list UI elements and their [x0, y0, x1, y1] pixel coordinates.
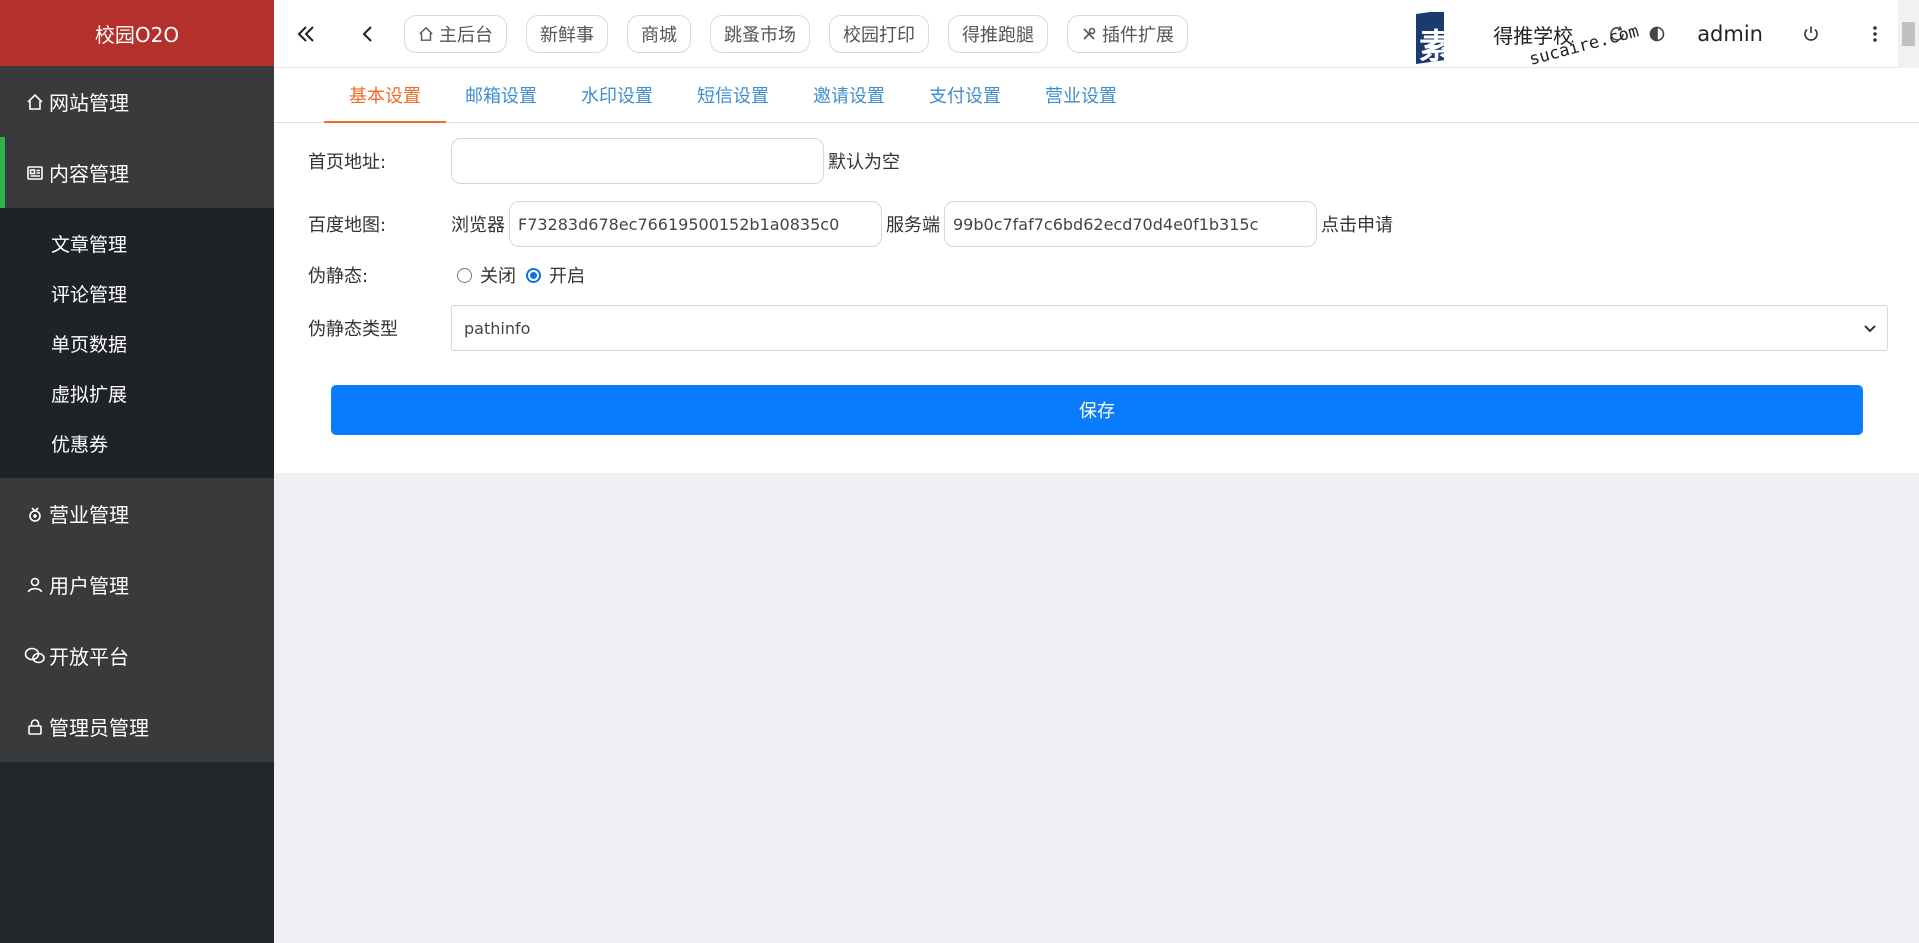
submenu-single-page[interactable]: 单页数据 [0, 318, 274, 368]
menu-users[interactable]: 用户管理 [0, 549, 274, 620]
static-on-radio[interactable] [526, 267, 541, 283]
menu-label: 管理员管理 [49, 716, 149, 740]
static-type-select[interactable]: pathinfo [451, 305, 1888, 351]
baidu-map-row: 百度地图: 浏览器 F73283d678ec76619500152b1a0835… [308, 201, 1397, 247]
homepage-input[interactable] [451, 138, 824, 184]
menu-label: 开放平台 [49, 645, 129, 669]
collapse-sidebar-icon[interactable] [286, 14, 326, 54]
theme-icon[interactable] [1637, 14, 1677, 54]
server-key-input[interactable]: 99b0c7faf7c6bd62ecd70d4e0f1b315c [944, 201, 1317, 247]
homepage-hint: 默认为空 [828, 152, 900, 173]
homepage-label: 首页地址: [308, 152, 387, 173]
static-type-label: 伪静态类型 [308, 319, 398, 340]
menu-open-platform[interactable]: 开放平台 [0, 620, 274, 691]
submenu-article[interactable]: 文章管理 [0, 218, 274, 268]
tools-icon [1081, 26, 1097, 42]
pill-label: 插件扩展 [1102, 24, 1174, 46]
back-icon[interactable] [348, 14, 388, 54]
more-icon[interactable] [1855, 14, 1895, 54]
static-on-label: 开启 [549, 266, 585, 287]
static-off-label: 关闭 [480, 266, 516, 287]
menu-label: 用户管理 [49, 574, 129, 598]
tab-payment[interactable]: 支付设置 [904, 68, 1026, 122]
pill-mall[interactable]: 商城 [627, 14, 691, 53]
menu-label: 营业管理 [49, 503, 129, 527]
submenu-comment[interactable]: 评论管理 [0, 268, 274, 318]
pill-plugins[interactable]: 插件扩展 [1067, 14, 1188, 53]
tab-basic[interactable]: 基本设置 [324, 68, 446, 123]
static-off-radio[interactable] [457, 267, 472, 283]
content-submenu: 文章管理 评论管理 单页数据 虚拟扩展 优惠券 [0, 208, 274, 478]
tab-invite[interactable]: 邀请设置 [788, 68, 910, 122]
refresh-icon[interactable] [1597, 14, 1637, 54]
server-label: 服务端 [886, 215, 940, 236]
pill-main-dashboard[interactable]: 主后台 [404, 14, 507, 53]
tab-business[interactable]: 营业设置 [1020, 68, 1142, 122]
lock-icon [24, 716, 46, 738]
school-name[interactable]: 得推学校 [1493, 20, 1573, 49]
menu-label: 网站管理 [49, 91, 129, 115]
browser-label: 浏览器 [451, 215, 505, 236]
menu-label: 内容管理 [49, 162, 129, 186]
static-type-value: pathinfo [464, 318, 531, 338]
static-type-row: 伪静态类型 pathinfo [308, 305, 1888, 351]
static-label: 伪静态: [308, 266, 369, 287]
settings-tabs: 基本设置 邮箱设置 水印设置 短信设置 邀请设置 支付设置 营业设置 [274, 68, 1919, 123]
pill-news[interactable]: 新鲜事 [526, 14, 608, 53]
menu-website[interactable]: 网站管理 [0, 66, 274, 137]
tab-email[interactable]: 邮箱设置 [440, 68, 562, 122]
pill-campus-print[interactable]: 校园打印 [829, 14, 929, 53]
scrollbar[interactable] [1898, 0, 1919, 68]
menu-business[interactable]: 营业管理 [0, 478, 274, 549]
tab-watermark[interactable]: 水印设置 [556, 68, 678, 122]
topbar: 主后台 新鲜事 商城 跳蚤市场 校园打印 得推跑腿 插件扩展 得推学校 admi… [274, 0, 1919, 68]
user-icon [24, 574, 46, 596]
brand-logo[interactable]: 校园O2O [0, 0, 274, 66]
wechat-icon [24, 645, 46, 667]
scrollbar-thumb[interactable] [1902, 22, 1915, 46]
menu-admins[interactable]: 管理员管理 [0, 691, 274, 762]
tab-sms[interactable]: 短信设置 [672, 68, 794, 122]
submenu-coupon[interactable]: 优惠券 [0, 418, 274, 468]
topbar-right: 得推学校 admin [1493, 0, 1919, 68]
sidebar: 校园O2O 网站管理 内容管理 文章管理 评论管理 单页数据 虚拟扩展 优惠券 … [0, 0, 274, 943]
save-button[interactable]: 保存 [331, 385, 1863, 435]
homepage-row: 首页地址: 默认为空 [308, 138, 904, 184]
map-label: 百度地图: [308, 215, 387, 236]
home-icon [418, 26, 434, 42]
chevron-down-icon [1863, 319, 1877, 338]
submenu-virtual[interactable]: 虚拟扩展 [0, 368, 274, 418]
static-row: 伪静态: 关闭 开启 [308, 262, 589, 288]
content-icon [24, 162, 46, 184]
bag-icon [24, 503, 46, 525]
pill-label: 主后台 [439, 24, 493, 46]
pill-flea-market[interactable]: 跳蚤市场 [710, 14, 810, 53]
power-icon[interactable] [1791, 14, 1831, 54]
menu-content[interactable]: 内容管理 [0, 137, 274, 208]
pill-errand[interactable]: 得推跑腿 [948, 14, 1048, 53]
home-icon [24, 91, 46, 113]
admin-username[interactable]: admin [1697, 22, 1763, 46]
apply-link[interactable]: 点击申请 [1321, 211, 1393, 237]
main-content: 基本设置 邮箱设置 水印设置 短信设置 邀请设置 支付设置 营业设置 首页地址:… [274, 68, 1919, 473]
browser-key-input[interactable]: F73283d678ec76619500152b1a0835c0 [509, 201, 882, 247]
